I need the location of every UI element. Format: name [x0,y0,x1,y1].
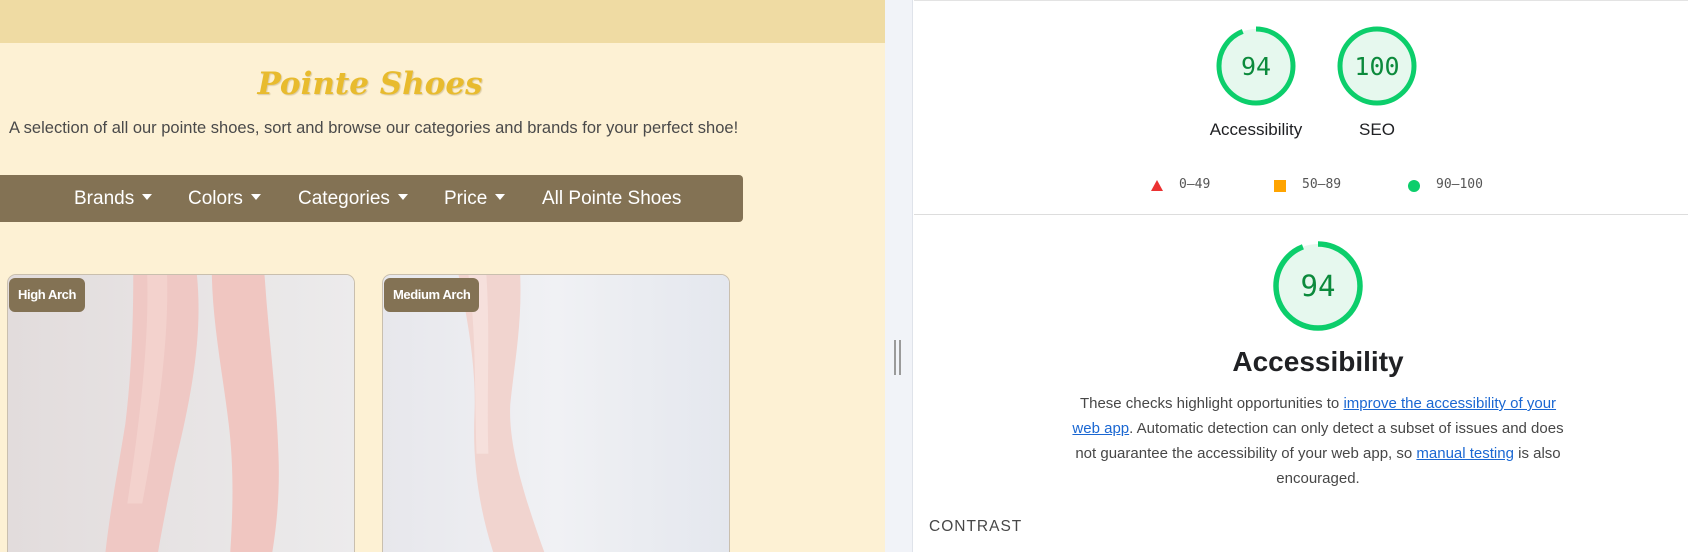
chevron-down-icon [250,194,261,200]
accessibility-section-gauge: 94 [1270,238,1366,334]
nav-brands-label: Brands [74,188,135,209]
product-card[interactable]: Medium Arch [382,274,730,552]
legend-average-range: 50–89 [1302,177,1342,192]
section-title: Accessibility [1232,346,1404,377]
panel-divider [885,0,913,552]
score-value: 94 [1301,269,1336,303]
score-label: SEO [1359,120,1395,139]
nav-categories-dropdown[interactable]: Categories [298,188,408,210]
score-value: 100 [1354,52,1399,81]
accessibility-score-gauge[interactable]: 94 Accessibility [1210,24,1302,139]
nav-colors-label: Colors [188,188,243,209]
nav-all-pointe-shoes[interactable]: All Pointe Shoes [542,188,681,210]
red-triangle-icon [1151,180,1163,191]
legend-fail-range: 0–49 [1179,177,1211,192]
chevron-down-icon [495,194,506,200]
page-title: Pointe Shoes [257,66,483,102]
section-description: These checks highlight opportunities to … [1069,391,1567,491]
nav-brands-dropdown[interactable]: Brands [74,188,153,210]
score-ring-icon: 94 [1273,241,1363,331]
seo-score-gauge[interactable]: 100 SEO [1335,24,1419,139]
nav-price-dropdown[interactable]: Price [444,188,506,210]
resize-handle[interactable] [894,340,902,375]
description-text: These checks highlight opportunities to [1079,395,1344,412]
score-ring-icon: 100 [1337,26,1417,106]
product-card[interactable]: High Arch [7,274,355,552]
page-subtitle: A selection of all our pointe shoes, sor… [9,119,739,137]
nav-colors-dropdown[interactable]: Colors [188,188,261,210]
audit-group-heading[interactable]: CONTRAST [929,518,1022,536]
score-ring-icon: 94 [1216,26,1296,106]
product-image[interactable] [8,275,354,552]
lighthouse-report: 94 Accessibility 100 SEO 0–49 50–89 90–1… [914,0,1688,552]
top-border [914,0,1688,1]
site-top-bar [0,0,885,43]
arch-badge: High Arch [9,278,86,312]
website-panel: Pointe Shoes A selection of all our poin… [0,0,885,552]
manual-testing-link[interactable]: manual testing [1416,445,1514,462]
chevron-down-icon [397,194,408,200]
score-value: 94 [1241,52,1271,81]
nav-all-label: All Pointe Shoes [542,188,682,209]
score-legend: 0–49 50–89 90–100 [914,176,1688,196]
orange-square-icon [1274,180,1286,192]
legend-pass-range: 90–100 [1436,177,1483,192]
green-circle-icon [1408,180,1420,192]
chevron-down-icon [142,194,153,200]
section-divider [914,214,1688,215]
arch-badge: Medium Arch [384,278,480,312]
category-nav: Brands Colors Categories Price All Point… [0,175,743,222]
product-image[interactable] [383,275,729,552]
nav-price-label: Price [444,188,488,209]
nav-categories-label: Categories [298,188,390,209]
